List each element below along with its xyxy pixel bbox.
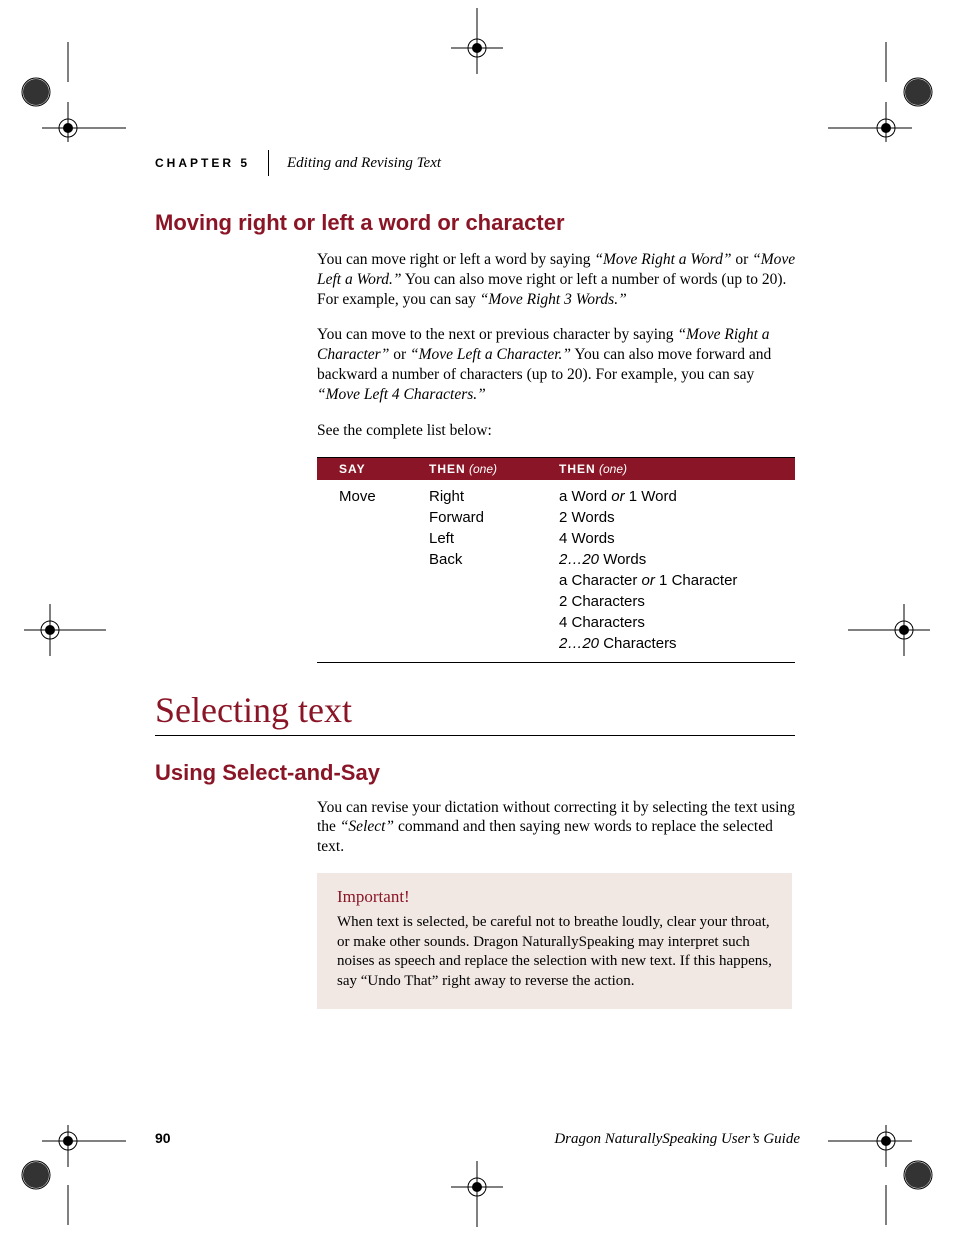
cell-say <box>317 593 429 610</box>
running-head: CHAPTER 5 Editing and Revising Text <box>155 150 805 176</box>
chapter-title: Editing and Revising Text <box>287 155 441 172</box>
cell-then1: Left <box>429 530 559 547</box>
quote: “Move Left 4 Characters.” <box>317 386 486 403</box>
cell-then1: Forward <box>429 509 559 526</box>
then-label: THEN <box>429 462 466 476</box>
para-move-word: You can move right or left a word by say… <box>317 250 797 309</box>
table-header: SAY THEN (one) THEN (one) <box>317 458 795 480</box>
para-see-list: See the complete list below: <box>317 421 797 441</box>
cell-say <box>317 635 429 652</box>
cell-then1 <box>429 614 559 631</box>
crop-mark-icon <box>846 600 946 660</box>
text: You can move right or left a word by say… <box>317 251 594 268</box>
cell-then1 <box>429 593 559 610</box>
then-label: THEN <box>559 462 596 476</box>
col-header-say: SAY <box>317 462 429 476</box>
text: or <box>389 346 410 363</box>
table-body: MoveRighta Word or 1 WordForward2 WordsL… <box>317 480 795 662</box>
cell-then1: Right <box>429 488 559 505</box>
crop-mark-icon <box>826 42 946 142</box>
table-row: Left4 Words <box>317 528 795 549</box>
cell-then2: 4 Characters <box>559 614 795 631</box>
subheading-select-and-say: Using Select-and-Say <box>155 760 805 786</box>
cell-say <box>317 614 429 631</box>
cell-then1: Back <box>429 551 559 568</box>
cell-say <box>317 551 429 568</box>
table-row: Back2…20 Words <box>317 549 795 570</box>
quote: “Select” <box>340 818 394 835</box>
then-note: (one) <box>599 462 627 476</box>
crop-mark-icon <box>8 600 108 660</box>
important-body: When text is selected, be careful not to… <box>337 913 772 991</box>
crop-mark-icon <box>8 1125 128 1225</box>
table-row: 2 Characters <box>317 591 795 612</box>
guide-name: Dragon NaturallySpeaking User’s Guide <box>554 1131 800 1148</box>
crop-mark-icon <box>826 1125 946 1225</box>
table-row: a Character or 1 Character <box>317 570 795 591</box>
quote: “Move Left a Character.” <box>410 346 571 363</box>
cell-then2: 2 Words <box>559 509 795 526</box>
crop-mark-icon <box>447 1157 507 1227</box>
crop-mark-icon <box>8 42 128 142</box>
page-footer: 90 Dragon NaturallySpeaking User’s Guide <box>155 1130 800 1148</box>
quote: “Move Right a Word” <box>594 251 731 268</box>
cell-then2: a Word or 1 Word <box>559 488 795 505</box>
text: You can move to the next or previous cha… <box>317 326 677 343</box>
then-note: (one) <box>469 462 497 476</box>
text: or <box>731 251 752 268</box>
important-title: Important! <box>337 887 772 907</box>
chapter-label: CHAPTER 5 <box>155 156 268 170</box>
cell-then2: 2…20 Characters <box>559 635 795 652</box>
section-rule <box>155 735 795 736</box>
col-header-then2: THEN (one) <box>559 462 795 476</box>
cell-say <box>317 509 429 526</box>
para-select: You can revise your dictation without co… <box>317 798 797 857</box>
table-row: 4 Characters <box>317 612 795 633</box>
cell-say: Move <box>317 488 429 505</box>
table-row: 2…20 Characters <box>317 633 795 654</box>
page-content: CHAPTER 5 Editing and Revising Text Movi… <box>155 150 805 1009</box>
important-box: Important! When text is selected, be car… <box>317 873 792 1009</box>
cell-then2: 2…20 Words <box>559 551 795 568</box>
cell-then1 <box>429 635 559 652</box>
subheading-moving: Moving right or left a word or character <box>155 210 805 236</box>
table-row: Forward2 Words <box>317 507 795 528</box>
col-header-then1: THEN (one) <box>429 462 559 476</box>
quote: “Move Right 3 Words.” <box>480 291 627 308</box>
cell-say <box>317 572 429 589</box>
table-row: MoveRighta Word or 1 Word <box>317 486 795 507</box>
quote: “Undo That” <box>361 973 439 989</box>
crop-mark-icon <box>447 8 507 78</box>
cell-then1 <box>429 572 559 589</box>
head-divider <box>268 150 269 176</box>
cell-then2: 2 Characters <box>559 593 795 610</box>
cell-then2: 4 Words <box>559 530 795 547</box>
page-number: 90 <box>155 1130 171 1146</box>
command-table: SAY THEN (one) THEN (one) MoveRighta Wor… <box>317 457 795 663</box>
cell-say <box>317 530 429 547</box>
text: right away to reverse the action. <box>438 973 634 989</box>
cell-then2: a Character or 1 Character <box>559 572 795 589</box>
para-move-char: You can move to the next or previous cha… <box>317 325 797 404</box>
section-title-selecting: Selecting text <box>155 689 805 731</box>
